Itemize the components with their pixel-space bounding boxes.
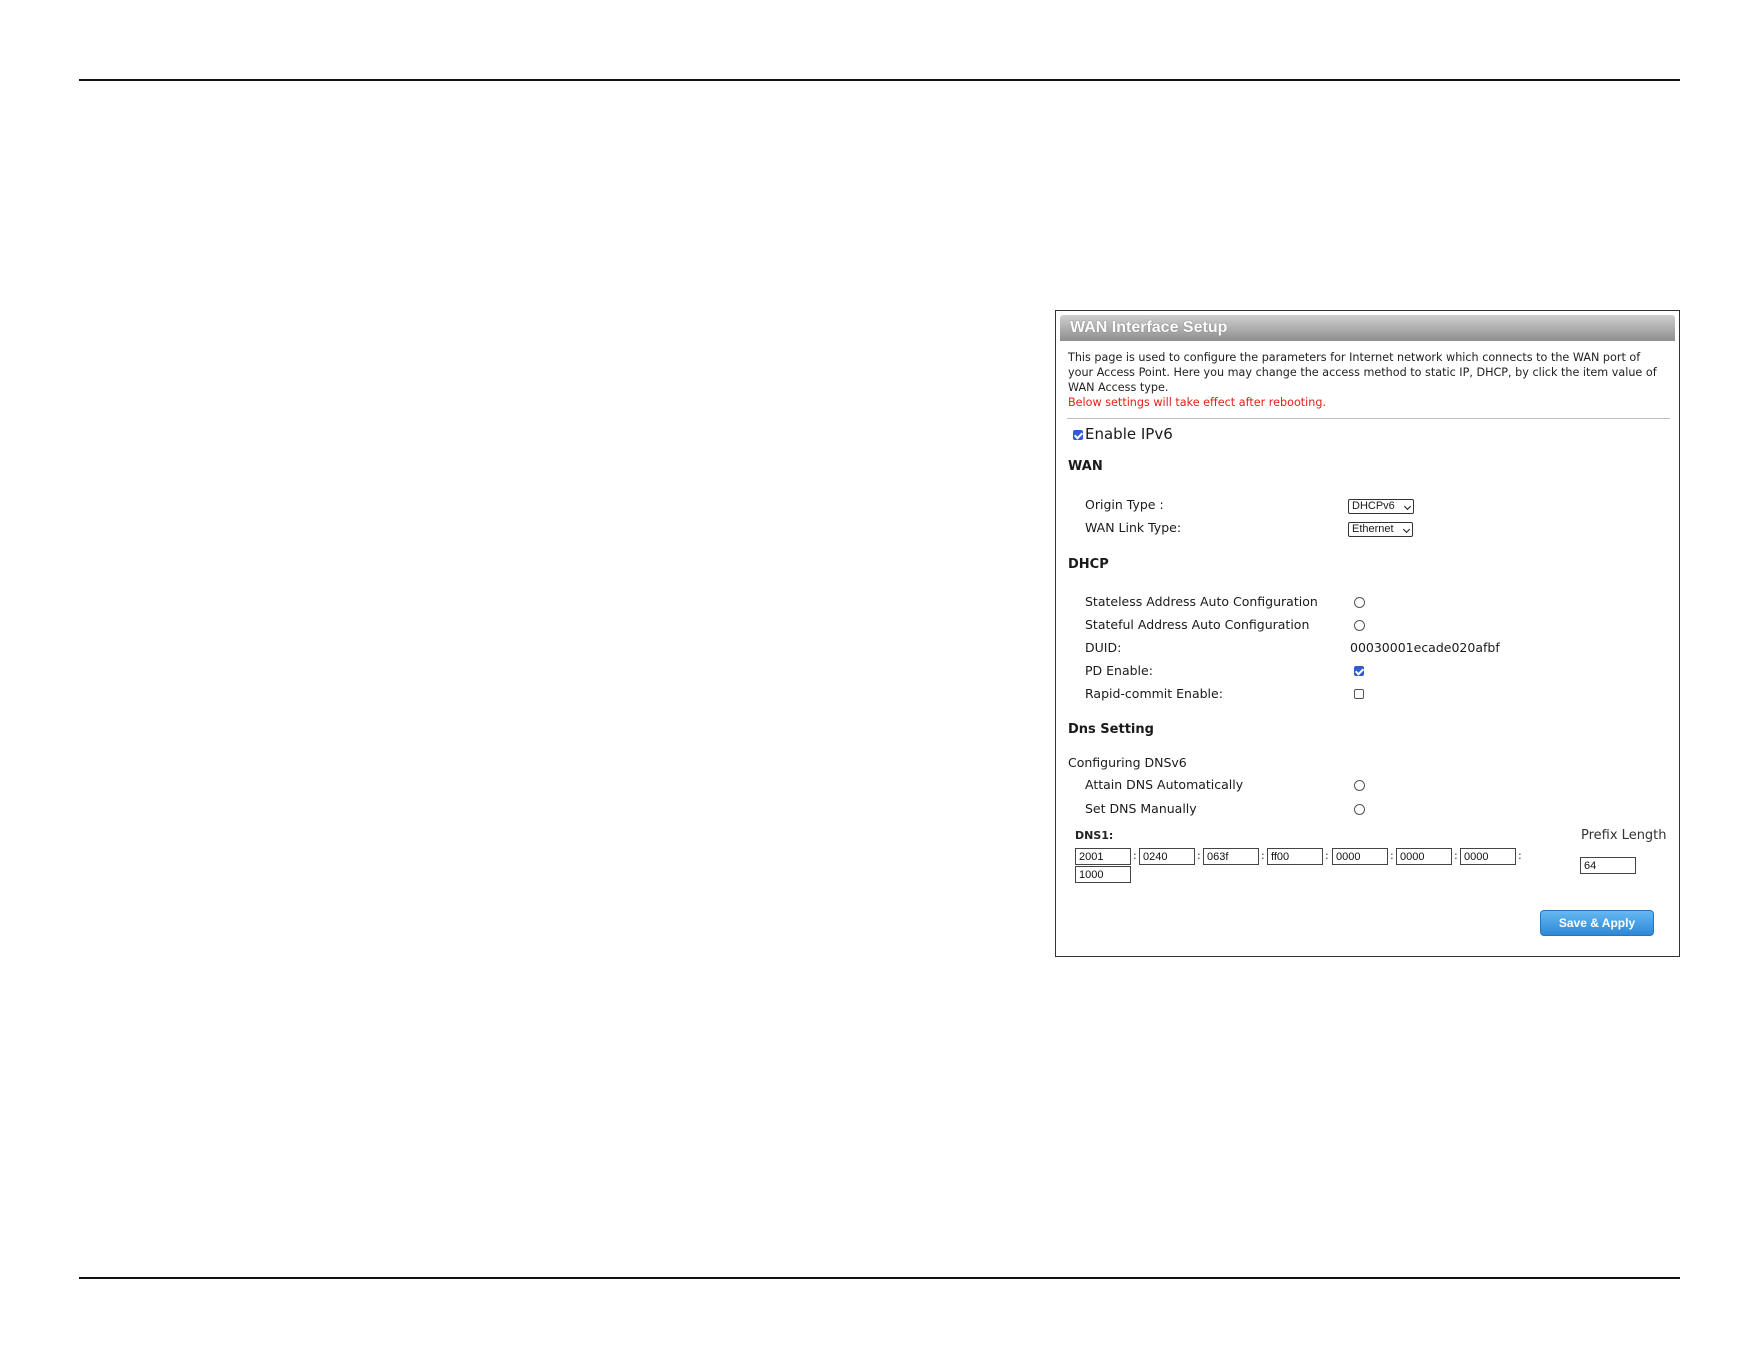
dns-section-title: Dns Setting xyxy=(1068,722,1154,737)
chevron-down-icon xyxy=(1403,502,1412,511)
stateful-label: Stateful Address Auto Configuration xyxy=(1085,617,1310,632)
dns1-segment-5[interactable] xyxy=(1332,848,1388,865)
set-dns-manual-radio[interactable] xyxy=(1354,804,1365,815)
stateless-radio[interactable] xyxy=(1354,597,1365,608)
dns1-segment-1[interactable] xyxy=(1075,848,1131,865)
wan-interface-setup-panel: WAN Interface Setup This page is used to… xyxy=(1055,310,1680,957)
dns1-segment-6[interactable] xyxy=(1396,848,1452,865)
prefix-length-label: Prefix Length xyxy=(1581,828,1667,843)
bottom-rule xyxy=(79,1277,1680,1279)
description-text: This page is used to configure the param… xyxy=(1068,351,1657,394)
dns1-segment-7[interactable] xyxy=(1460,848,1516,865)
rapid-commit-label: Rapid-commit Enable: xyxy=(1085,686,1223,701)
pd-enable-checkbox[interactable] xyxy=(1354,666,1364,676)
panel-description: This page is used to configure the param… xyxy=(1068,350,1668,410)
origin-type-value: DHCPv6 xyxy=(1352,500,1395,512)
attain-dns-auto-radio[interactable] xyxy=(1354,780,1365,791)
colon-separator: : xyxy=(1197,849,1201,862)
stateful-radio[interactable] xyxy=(1354,620,1365,631)
dns1-segment-4[interactable] xyxy=(1267,848,1323,865)
colon-separator: : xyxy=(1390,849,1394,862)
prefix-length-input[interactable] xyxy=(1580,857,1636,874)
wan-link-type-select[interactable]: Ethernet xyxy=(1348,522,1413,537)
enable-ipv6-label: Enable IPv6 xyxy=(1085,425,1173,443)
colon-separator: : xyxy=(1325,849,1329,862)
dns1-segment-2[interactable] xyxy=(1139,848,1195,865)
origin-type-select[interactable]: DHCPv6 xyxy=(1348,499,1414,514)
dns1-label: DNS1: xyxy=(1075,829,1114,842)
dhcp-section-title: DHCP xyxy=(1068,557,1109,572)
set-dns-manual-label: Set DNS Manually xyxy=(1085,801,1197,816)
colon-separator: : xyxy=(1261,849,1265,862)
configuring-dnsv6-label: Configuring DNSv6 xyxy=(1068,755,1187,770)
colon-separator: : xyxy=(1454,849,1458,862)
wan-link-type-value: Ethernet xyxy=(1352,523,1394,535)
colon-separator: : xyxy=(1518,849,1522,862)
save-apply-button[interactable]: Save & Apply xyxy=(1540,910,1654,936)
wan-section-title: WAN xyxy=(1068,459,1103,474)
origin-type-label: Origin Type : xyxy=(1085,497,1164,512)
wan-link-type-label: WAN Link Type: xyxy=(1085,520,1182,535)
stateless-label: Stateless Address Auto Configuration xyxy=(1085,594,1318,609)
divider xyxy=(1067,418,1670,419)
attain-dns-auto-label: Attain DNS Automatically xyxy=(1085,777,1244,792)
dns1-segment-3[interactable] xyxy=(1203,848,1259,865)
enable-ipv6-checkbox[interactable] xyxy=(1073,430,1083,440)
dns1-segment-8[interactable] xyxy=(1075,866,1131,883)
duid-label: DUID: xyxy=(1085,640,1122,655)
panel-title: WAN Interface Setup xyxy=(1060,315,1675,341)
pd-enable-label: PD Enable: xyxy=(1085,663,1153,678)
colon-separator: : xyxy=(1133,849,1137,862)
chevron-down-icon xyxy=(1402,525,1411,534)
duid-value: 00030001ecade020afbf xyxy=(1350,640,1500,655)
top-rule xyxy=(79,79,1680,81)
reboot-warning: Below settings will take effect after re… xyxy=(1068,396,1327,409)
rapid-commit-checkbox[interactable] xyxy=(1354,689,1364,699)
